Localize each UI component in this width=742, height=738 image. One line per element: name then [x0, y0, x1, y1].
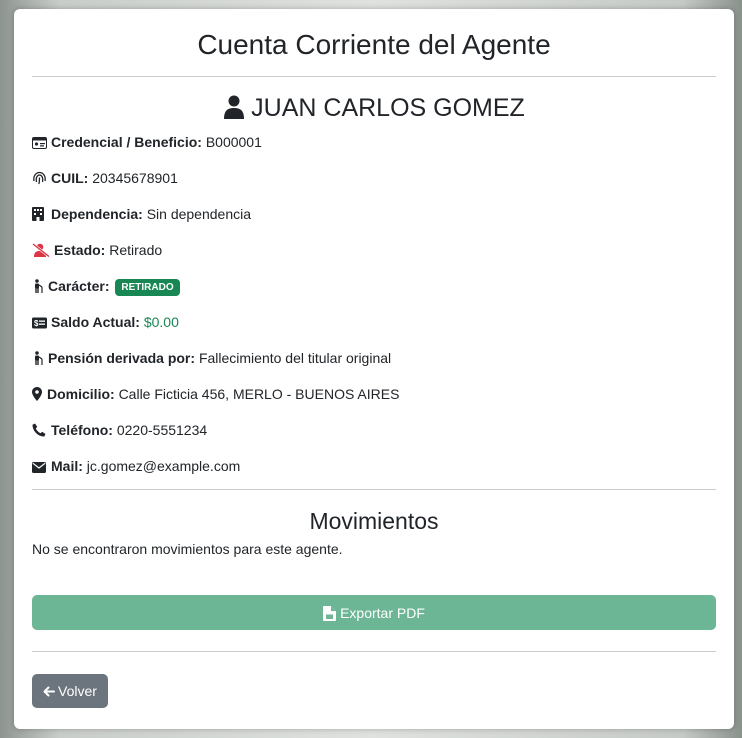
user-slash-icon: [32, 242, 51, 261]
person-cane-icon: [32, 279, 45, 297]
field-value: jc.gomez@example.com: [86, 458, 241, 474]
back-label: Volver: [58, 683, 97, 699]
field-telefono: Teléfono: 0220-5551234: [32, 421, 716, 457]
svg-text:$: $: [34, 319, 39, 328]
field-label: Teléfono:: [51, 422, 113, 438]
back-button[interactable]: Volver: [32, 674, 108, 708]
field-dependencia: Dependencia: Sin dependencia: [32, 205, 716, 241]
export-pdf-button[interactable]: Exportar PDF: [32, 595, 716, 630]
divider: [32, 651, 716, 652]
field-credencial: Credencial / Beneficio: B000001: [32, 133, 716, 169]
field-estado: Estado: Retirado: [32, 241, 716, 277]
field-label: CUIL:: [51, 170, 89, 186]
field-caracter: Carácter: RETIRADO: [32, 277, 716, 313]
balance-value: $0.00: [143, 314, 179, 330]
field-value: Retirado: [109, 242, 163, 258]
field-label: Carácter:: [48, 278, 110, 294]
person-cane-icon: [32, 351, 45, 369]
field-label: Credencial / Beneficio:: [51, 134, 202, 150]
map-pin-icon: [32, 387, 44, 405]
agent-card: Cuenta Corriente del Agente JUAN CARLOS …: [14, 9, 734, 729]
status-badge: RETIRADO: [115, 279, 180, 296]
field-label: Saldo Actual:: [51, 314, 140, 330]
field-cuil: CUIL: 20345678901: [32, 169, 716, 205]
field-value: 0220-5551234: [116, 422, 208, 438]
empty-movements-message: No se encontraron movimientos para este …: [32, 541, 343, 557]
fingerprint-icon: [32, 171, 48, 189]
page-title: Cuenta Corriente del Agente: [197, 29, 551, 60]
field-label: Estado:: [54, 242, 106, 258]
field-mail: Mail: jc.gomez@example.com: [32, 457, 716, 493]
field-label: Mail:: [51, 458, 83, 474]
field-value: Sin dependencia: [146, 206, 252, 222]
field-label: Domicilio:: [47, 386, 115, 402]
building-icon: [32, 207, 48, 225]
export-pdf-label: Exportar PDF: [340, 604, 425, 621]
field-domicilio: Domicilio: Calle Ficticia 456, MERLO - B…: [32, 385, 716, 421]
divider: [32, 76, 716, 77]
user-icon: [224, 95, 245, 119]
section-title-movimientos: Movimientos: [309, 508, 439, 534]
field-value: 20345678901: [92, 170, 178, 186]
id-card-icon: [32, 135, 48, 153]
field-label: Dependencia:: [51, 206, 143, 222]
agent-name: JUAN CARLOS GOMEZ: [251, 94, 525, 122]
field-pension: Pensión derivada por: Fallecimiento del …: [32, 349, 716, 385]
arrow-left-icon: [43, 686, 55, 697]
field-value: B000001: [205, 134, 262, 150]
money-check-icon: $: [32, 315, 48, 333]
phone-icon: [32, 423, 48, 441]
envelope-icon: [32, 459, 48, 477]
file-pdf-icon: [323, 605, 337, 621]
agent-header: JUAN CARLOS GOMEZ: [32, 93, 716, 123]
field-value: Calle Ficticia 456, MERLO - BUENOS AIRES: [118, 386, 400, 402]
divider: [32, 489, 716, 490]
field-value: Fallecimiento del titular original: [198, 350, 392, 366]
field-saldo: $ Saldo Actual: $0.00: [32, 313, 716, 349]
field-label: Pensión derivada por:: [48, 350, 196, 366]
